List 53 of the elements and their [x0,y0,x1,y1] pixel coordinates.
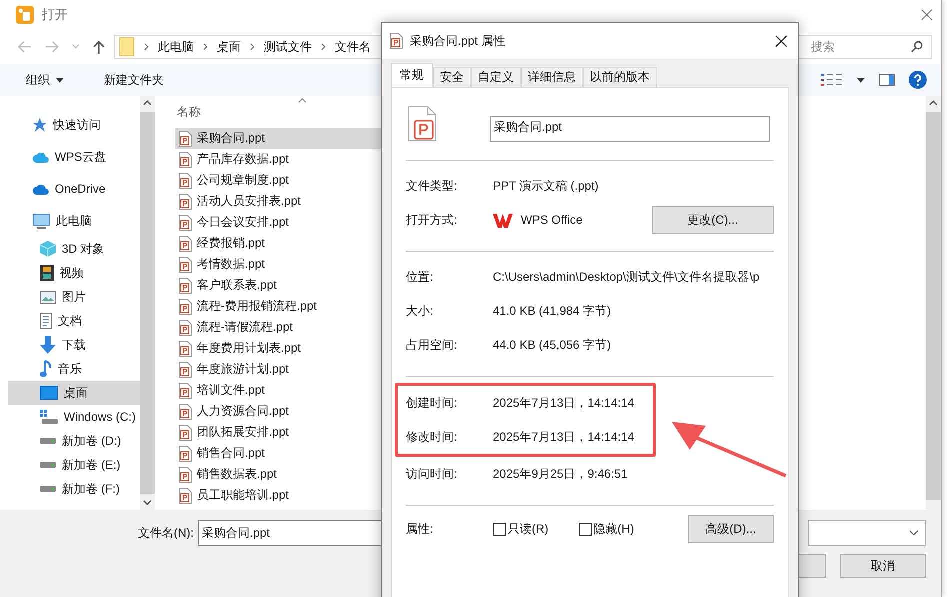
file-name: 流程-费用报销流程.ppt [197,298,318,315]
file-name: 流程-请假流程.ppt [197,319,294,336]
sidebar-label: 新加卷 (F:) [62,480,120,498]
sidebar-label: 3D 对象 [62,240,105,258]
file-name: 人力资源合同.ppt [197,403,290,420]
property-value: 44.0 KB (45,056 字节) [493,336,612,354]
file-name: 产品库存数据.ppt [197,151,290,168]
property-label: 访问时间: [406,466,458,482]
property-value: 2025年9月25日，9:46:51 [493,466,628,482]
property-label: 位置: [406,268,434,286]
sidebar-label: Windows (C:) [64,410,136,424]
property-value: C:\Users\admin\Desktop\测试文件\文件名提取器\p [493,268,760,286]
property-value: 2025年7月13日，14:14:14 [493,394,634,412]
sidebar-label: WPS云盘 [55,148,106,166]
sidebar-label: 新加卷 (E:) [62,456,121,474]
file-name: 员工职能培训.ppt [197,487,290,504]
sidebar-label: 音乐 [58,360,82,378]
file-name: 销售合同.ppt [197,445,266,462]
sidebar-label: 下载 [62,336,86,354]
property-value: PPT 演示文稿 (.ppt) [493,178,599,194]
property-label: 修改时间: [406,428,458,446]
property-value: 2025年7月13日，14:14:14 [493,428,634,446]
sidebar-label: 图片 [62,288,86,306]
file-name: 公司规章制度.ppt [197,172,290,189]
sidebar-label: 新加卷 (D:) [62,432,122,450]
file-name: 团队拓展安排.ppt [197,424,290,441]
property-label: 文件类型: [406,178,458,194]
dialog-title: 采购合同.ppt 属性 [410,32,506,50]
file-name: 采购合同.ppt [197,130,266,147]
property-label: 大小: [406,302,434,320]
file-name: 今日会议安排.ppt [197,214,290,231]
property-label: 占用空间: [406,336,458,354]
sidebar-label: 视频 [60,264,84,282]
file-name: 考情数据.ppt [197,256,266,273]
sidebar-label: 此电脑 [56,212,92,230]
property-value: 41.0 KB (41,984 字节) [493,302,612,320]
window-title: 打开 [42,6,68,24]
file-name: 活动人员安排表.ppt [197,193,302,210]
sidebar-label: OneDrive [55,182,106,196]
file-name: 培训文件.ppt [197,382,266,399]
property-label: 打开方式: [406,212,458,228]
filename-label: 文件名(N): [138,524,194,542]
file-name: 年度旅游计划.ppt [197,361,290,378]
property-value: WPS Office [521,213,583,227]
file-name: 年度费用计划表.ppt [197,340,302,357]
sidebar-label: 桌面 [64,384,88,402]
file-name: 客户联系表.ppt [197,277,278,294]
property-label: 创建时间: [406,394,458,412]
sidebar-label: 文档 [58,312,82,330]
property-label: 属性: [406,520,434,538]
file-name: 经费报销.ppt [197,235,266,252]
file-name: 销售数据表.ppt [197,466,278,483]
sidebar-label: 快速访问 [53,116,101,134]
